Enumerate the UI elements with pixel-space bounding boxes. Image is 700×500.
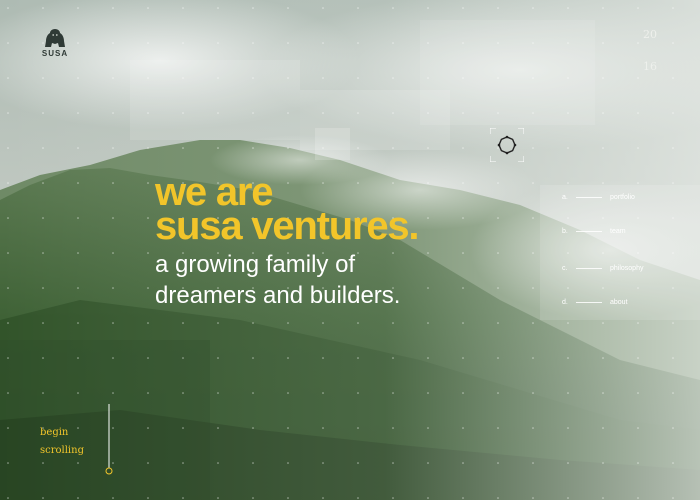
nav-item-rule	[576, 267, 602, 269]
brand-name: SUSA	[41, 49, 69, 58]
year-bottom: 16	[643, 60, 657, 73]
scroll-indicator-icon	[105, 404, 113, 475]
hero-text: we are susa ventures. a growing family o…	[155, 172, 420, 311]
nav-item-philosophy[interactable]: c. philosophy	[562, 261, 692, 275]
nav-item-letter: b.	[562, 227, 568, 235]
hero-section: SUSA 20 16 we are susa ventures. a growi…	[0, 0, 700, 500]
brand-logo[interactable]: SUSA	[40, 28, 70, 58]
gorilla-icon	[45, 29, 65, 47]
nav-item-portfolio[interactable]: a. portfolio	[562, 190, 692, 204]
scroll-prompt-line2: scrolling	[40, 445, 84, 456]
nav-item-label: about	[610, 298, 628, 306]
nav-item-label: team	[610, 227, 626, 235]
scroll-prompt-line1: begin	[40, 427, 69, 438]
begin-scrolling-prompt[interactable]: begin scrolling	[40, 424, 84, 460]
nav-item-letter: c.	[562, 264, 568, 272]
nav-item-rule	[576, 230, 602, 232]
nav-item-letter: a.	[562, 193, 568, 201]
hero-tagline-line2: dreamers and builders.	[155, 282, 401, 309]
nav-item-team[interactable]: b. team	[562, 224, 692, 238]
year-top: 20	[643, 28, 657, 41]
nav-item-about[interactable]: d. about	[562, 295, 692, 309]
hero-tagline-line1: a growing family of	[155, 251, 356, 278]
hero-headline-line2: susa ventures.	[155, 204, 420, 248]
nav-item-rule	[576, 301, 602, 303]
nav-item-rule	[576, 196, 602, 198]
crosshair-target-icon	[490, 128, 524, 162]
nav-item-label: philosophy	[610, 264, 644, 272]
nav-item-letter: d.	[562, 298, 568, 306]
nav-item-label: portfolio	[610, 193, 635, 201]
